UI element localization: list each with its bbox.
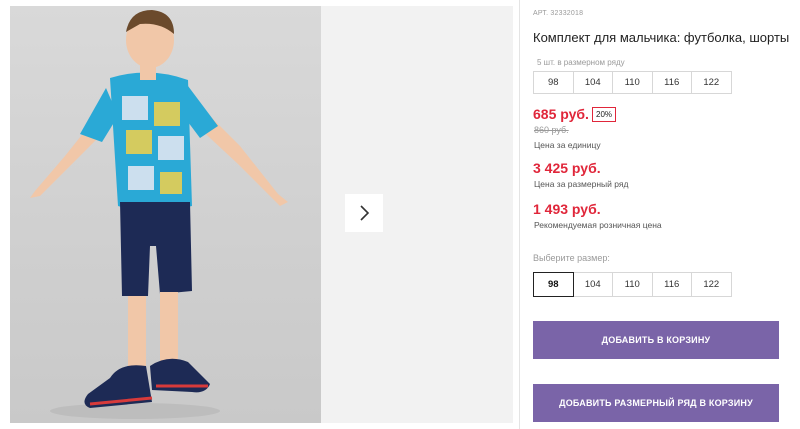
pack-size-cell: 122 [691, 71, 732, 94]
pack-size-label: 5 шт. в размерном ряду [537, 58, 625, 67]
product-gallery [10, 6, 513, 423]
size-option-98[interactable]: 98 [533, 272, 574, 297]
size-option-122[interactable]: 122 [691, 272, 732, 297]
unit-price: 685 руб. [533, 106, 589, 122]
pack-size-cell: 110 [612, 71, 653, 94]
size-selector: 98 104 110 116 122 [533, 272, 732, 297]
chevron-right-icon [360, 205, 370, 221]
pack-price: 3 425 руб. [533, 160, 601, 176]
old-price: 860 руб. [534, 125, 569, 135]
product-photo[interactable] [10, 6, 321, 423]
add-pack-to-cart-button[interactable]: ДОБАВИТЬ РАЗМЕРНЫЙ РЯД В КОРЗИНУ [533, 384, 779, 422]
pack-price-note: Цена за размерный ряд [534, 179, 629, 189]
product-sku: АРТ. 32332018 [533, 10, 584, 17]
pack-size-cell: 116 [651, 71, 692, 94]
size-option-110[interactable]: 110 [612, 272, 653, 297]
add-to-cart-button[interactable]: ДОБАВИТЬ В КОРЗИНУ [533, 321, 779, 359]
pack-size-cell: 98 [533, 71, 574, 94]
size-option-116[interactable]: 116 [651, 272, 692, 297]
gallery-next-button[interactable] [345, 194, 383, 232]
retail-price: 1 493 руб. [533, 201, 601, 217]
pack-size-row: 98 104 110 116 122 [533, 71, 732, 94]
product-title: Комплект для мальчика: футболка, шорты [533, 30, 790, 45]
unit-price-note: Цена за единицу [534, 140, 601, 150]
discount-badge: 20% [592, 107, 617, 122]
choose-size-label: Выберите размер: [533, 253, 610, 263]
boy-photo-illustration [30, 10, 288, 419]
size-option-104[interactable]: 104 [572, 272, 613, 297]
retail-price-note: Рекомендуемая розничная цена [534, 220, 662, 230]
column-divider [519, 0, 520, 429]
pack-size-cell: 104 [572, 71, 613, 94]
